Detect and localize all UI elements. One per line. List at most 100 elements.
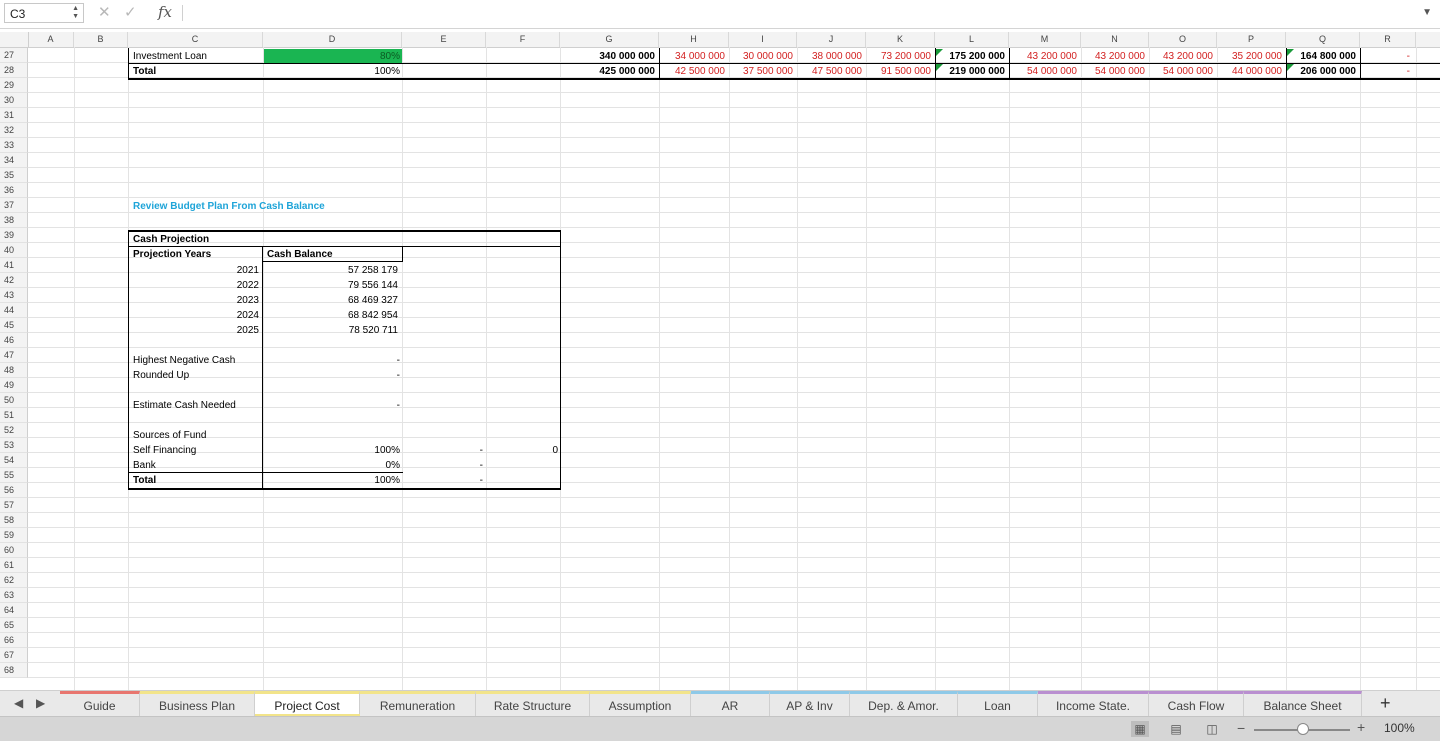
zoom-slider-handle[interactable] xyxy=(1297,723,1309,735)
function-icon[interactable]: fx xyxy=(158,3,172,21)
rounded-up-value[interactable]: - xyxy=(264,368,402,383)
cash-balance-value[interactable]: 68 842 954 xyxy=(264,308,400,323)
row-header[interactable]: 68 xyxy=(0,663,28,678)
self-financing-pct[interactable]: 100% xyxy=(264,443,402,458)
investment-loan-pct[interactable]: 80% xyxy=(264,49,402,64)
estimate-cash-label[interactable]: Estimate Cash Needed xyxy=(131,398,261,413)
value-cell[interactable]: 44 000 000 xyxy=(1217,64,1284,79)
sheet-tab-income-state[interactable]: Income State. xyxy=(1038,691,1149,717)
row-header[interactable]: 53 xyxy=(0,438,28,453)
value-cell[interactable]: 43 200 000 xyxy=(1149,49,1215,64)
formula-input[interactable] xyxy=(190,6,1390,21)
error-indicator-icon[interactable] xyxy=(936,64,943,71)
column-header[interactable]: A xyxy=(28,32,74,47)
review-title[interactable]: Review Budget Plan From Cash Balance xyxy=(131,199,431,214)
projection-year[interactable]: 2022 xyxy=(131,278,261,293)
row-header[interactable]: 39 xyxy=(0,228,28,243)
value-cell[interactable]: 54 000 000 xyxy=(1081,64,1147,79)
value-cell[interactable]: 30 000 000 xyxy=(729,49,795,64)
highest-negative-label[interactable]: Highest Negative Cash xyxy=(131,353,261,368)
select-all-corner[interactable] xyxy=(0,32,29,47)
page-break-view-icon[interactable]: ◫ xyxy=(1203,721,1221,737)
row-header[interactable]: 58 xyxy=(0,513,28,528)
value-cell[interactable]: 175 200 000 xyxy=(935,49,1007,64)
row-header[interactable]: 43 xyxy=(0,288,28,303)
row-header[interactable]: 57 xyxy=(0,498,28,513)
sources-of-fund-label[interactable]: Sources of Fund xyxy=(131,428,261,443)
sheet-tab-dep-amor[interactable]: Dep. & Amor. xyxy=(850,691,958,717)
row-header[interactable]: 32 xyxy=(0,123,28,138)
sheet-tab-rate-structure[interactable]: Rate Structure xyxy=(476,691,590,717)
sources-total-e[interactable]: - xyxy=(403,473,485,488)
value-cell[interactable]: 164 800 000 xyxy=(1286,49,1358,64)
value-cell[interactable]: 35 200 000 xyxy=(1217,49,1284,64)
row-header[interactable]: 62 xyxy=(0,573,28,588)
row-header[interactable]: 48 xyxy=(0,363,28,378)
investment-loan-r[interactable]: - xyxy=(1362,49,1412,64)
self-financing-e[interactable]: - xyxy=(403,443,485,458)
row-header[interactable]: 63 xyxy=(0,588,28,603)
row-header[interactable]: 65 xyxy=(0,618,28,633)
value-cell[interactable]: 340 000 000 xyxy=(560,49,657,64)
column-header[interactable]: O xyxy=(1149,32,1217,47)
projection-year[interactable]: 2025 xyxy=(131,323,261,338)
sheet-tab-cash-flow[interactable]: Cash Flow xyxy=(1149,691,1244,717)
row-header[interactable]: 46 xyxy=(0,333,28,348)
sources-total-pct[interactable]: 100% xyxy=(264,473,402,488)
row-header[interactable]: 67 xyxy=(0,648,28,663)
column-header[interactable]: R xyxy=(1360,32,1416,47)
cash-projection-title[interactable]: Cash Projection xyxy=(131,232,261,247)
value-cell[interactable]: 43 200 000 xyxy=(1081,49,1147,64)
name-box-stepper-icon[interactable]: ▲ ▼ xyxy=(72,5,79,21)
row-header[interactable]: 44 xyxy=(0,303,28,318)
row-header[interactable]: 34 xyxy=(0,153,28,168)
row-header[interactable]: 49 xyxy=(0,378,28,393)
rounded-up-label[interactable]: Rounded Up xyxy=(131,368,261,383)
cash-balance-header[interactable]: Cash Balance xyxy=(265,247,401,262)
column-header[interactable]: P xyxy=(1217,32,1286,47)
bank-e[interactable]: - xyxy=(403,458,485,473)
sources-total-label[interactable]: Total xyxy=(131,473,261,488)
row-header[interactable]: 64 xyxy=(0,603,28,618)
cash-balance-value[interactable]: 79 556 144 xyxy=(264,278,400,293)
sheet-tab-ar[interactable]: AR xyxy=(691,691,770,717)
row-header[interactable]: 60 xyxy=(0,543,28,558)
value-cell[interactable]: 47 500 000 xyxy=(797,64,864,79)
row-header[interactable]: 37 xyxy=(0,198,28,213)
column-header[interactable]: J xyxy=(797,32,866,47)
column-header[interactable]: F xyxy=(486,32,560,47)
total-r[interactable]: - xyxy=(1362,64,1412,79)
value-cell[interactable]: 34 000 000 xyxy=(659,49,727,64)
total-pct[interactable]: 100% xyxy=(264,64,402,79)
cancel-icon[interactable]: ✕ xyxy=(98,3,111,21)
column-header[interactable]: B xyxy=(74,32,128,47)
name-box[interactable]: C3 ▲ ▼ xyxy=(4,3,84,23)
value-cell[interactable]: 219 000 000 xyxy=(935,64,1007,79)
projection-years-header[interactable]: Projection Years xyxy=(131,247,261,262)
error-indicator-icon[interactable] xyxy=(936,49,943,56)
value-cell[interactable]: 91 500 000 xyxy=(866,64,933,79)
self-financing-label[interactable]: Self Financing xyxy=(131,443,261,458)
projection-year[interactable]: 2021 xyxy=(131,263,261,278)
total-label[interactable]: Total xyxy=(131,64,263,79)
row-header[interactable]: 40 xyxy=(0,243,28,258)
confirm-icon[interactable]: ✓ xyxy=(124,3,137,21)
sheet-tab-remuneration[interactable]: Remuneration xyxy=(360,691,476,717)
column-header[interactable]: D xyxy=(263,32,402,47)
column-header[interactable]: Q xyxy=(1286,32,1360,47)
row-header[interactable]: 56 xyxy=(0,483,28,498)
column-header[interactable]: C xyxy=(128,32,263,47)
cash-balance-value[interactable]: 78 520 711 xyxy=(264,323,400,338)
estimate-cash-value[interactable]: - xyxy=(264,398,402,413)
column-header[interactable]: M xyxy=(1009,32,1081,47)
row-header[interactable]: 27 xyxy=(0,48,28,63)
column-header[interactable]: L xyxy=(935,32,1009,47)
column-header[interactable]: H xyxy=(659,32,729,47)
row-header[interactable]: 66 xyxy=(0,633,28,648)
row-header[interactable]: 30 xyxy=(0,93,28,108)
row-header[interactable]: 31 xyxy=(0,108,28,123)
value-cell[interactable]: 54 000 000 xyxy=(1009,64,1079,79)
sheet-tab-guide[interactable]: Guide xyxy=(60,691,140,717)
row-header[interactable]: 33 xyxy=(0,138,28,153)
row-header[interactable]: 45 xyxy=(0,318,28,333)
